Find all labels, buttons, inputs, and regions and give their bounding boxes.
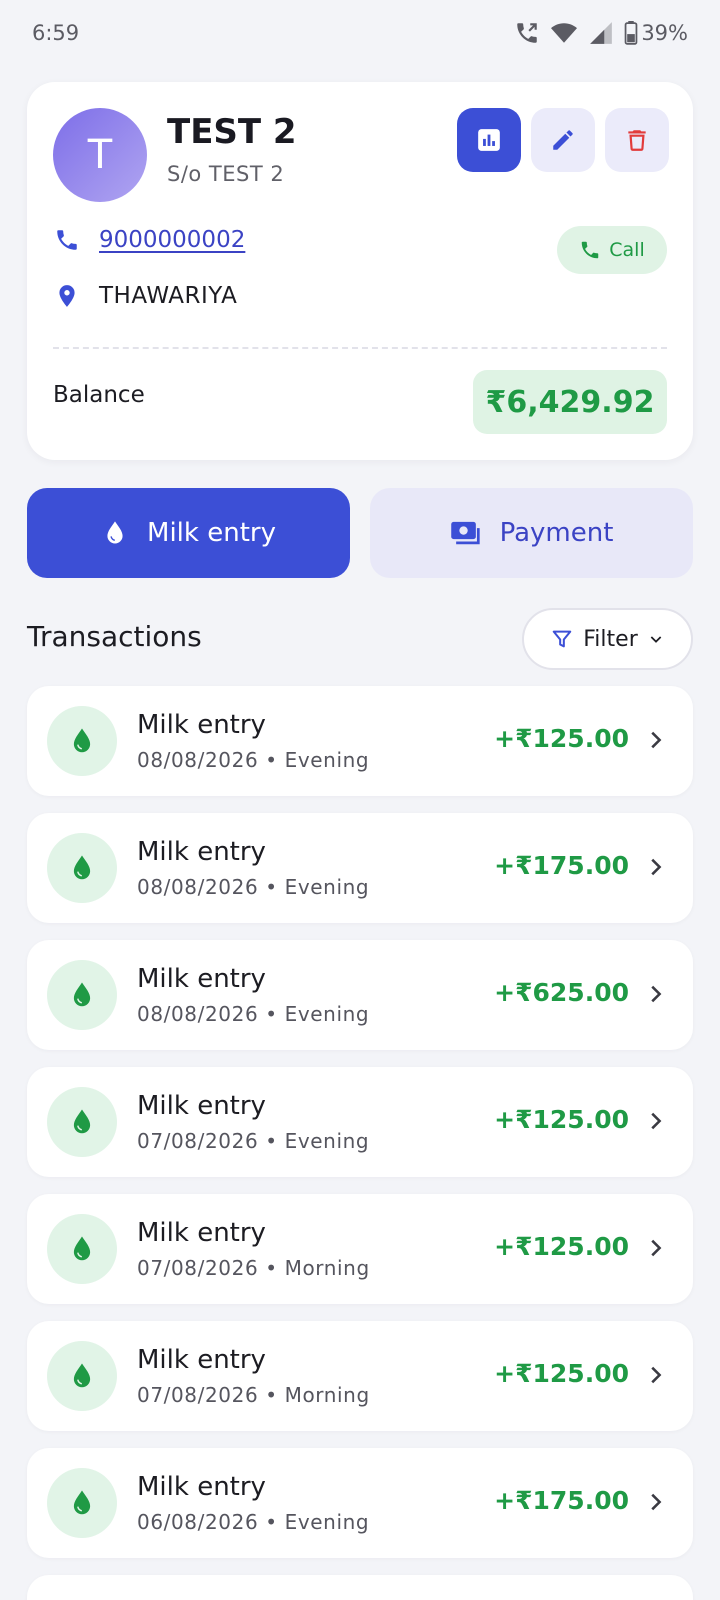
transaction-title: Milk entry — [137, 837, 266, 867]
customer-name: TEST 2 — [167, 112, 297, 152]
chevron-right-icon — [643, 728, 667, 752]
transaction-meta: 07/08/2026 • Morning — [137, 1383, 370, 1407]
transaction-row[interactable]: Milk entry 07/08/2026 • Morning +₹125.00 — [27, 1321, 693, 1431]
chevron-right-icon — [643, 1363, 667, 1387]
transaction-amount: +₹175.00 — [494, 851, 629, 880]
droplet-icon — [47, 1341, 117, 1411]
transaction-amount: +₹175.00 — [494, 1486, 629, 1515]
transactions-title: Transactions — [27, 620, 202, 653]
transaction-title: Milk entry — [137, 1218, 266, 1248]
bar-chart-icon — [478, 129, 500, 151]
call-button-label: Call — [609, 239, 645, 261]
status-icons: 39% — [514, 20, 688, 46]
cash-icon — [450, 521, 480, 545]
call-button[interactable]: Call — [557, 226, 667, 274]
transaction-row[interactable]: Milk entry 06/08/2026 • Evening +₹175.00 — [27, 1448, 693, 1558]
milk-entry-button[interactable]: Milk entry — [27, 488, 350, 578]
phone-row: 9000000002 — [53, 226, 245, 254]
call-icon — [517, 23, 538, 43]
transaction-meta: 07/08/2026 • Evening — [137, 1129, 370, 1153]
transaction-title: Milk entry — [137, 1345, 266, 1375]
transaction-row[interactable]: Milk entry 08/08/2026 • Evening +₹175.00 — [27, 813, 693, 923]
chevron-right-icon — [643, 1109, 667, 1133]
transaction-meta: 07/08/2026 • Morning — [137, 1256, 370, 1280]
status-time: 6:59 — [32, 21, 80, 45]
transaction-meta: 08/08/2026 • Evening — [137, 1002, 370, 1026]
droplet-icon — [47, 833, 117, 903]
transaction-title: Milk entry — [137, 710, 266, 740]
transaction-row[interactable]: Milk entry 07/08/2026 • Evening +₹125.00 — [27, 1067, 693, 1177]
transaction-amount: +₹125.00 — [494, 1232, 629, 1261]
transaction-meta: 08/08/2026 • Evening — [137, 875, 370, 899]
address-text: THAWARIYA — [99, 283, 238, 309]
chevron-right-icon — [643, 982, 667, 1006]
transaction-row[interactable]: Milk entry 08/08/2026 • Evening +₹625.00 — [27, 940, 693, 1050]
chevron-down-icon — [650, 636, 662, 643]
transaction-row[interactable]: Milk entry 07/08/2026 • Morning +₹125.00 — [27, 1194, 693, 1304]
location-pin-icon — [53, 282, 81, 310]
transaction-title: Milk entry — [137, 1091, 266, 1121]
chevron-right-icon — [643, 1490, 667, 1514]
card-divider — [53, 347, 667, 349]
status-bar: 6:59 39% — [0, 0, 720, 66]
phone-icon — [53, 226, 81, 254]
transaction-meta: 08/08/2026 • Evening — [137, 748, 370, 772]
transaction-title: Milk entry — [137, 964, 266, 994]
battery-icon — [624, 21, 638, 45]
phone-number-link[interactable]: 9000000002 — [99, 227, 245, 253]
transaction-amount: +₹125.00 — [494, 1105, 629, 1134]
milk-entry-label: Milk entry — [147, 518, 276, 548]
report-button[interactable] — [457, 108, 521, 172]
signal-icon — [590, 22, 613, 44]
droplet-icon — [47, 706, 117, 776]
phone-icon — [582, 241, 599, 259]
transactions-list: Milk entry 08/08/2026 • Evening +₹125.00… — [27, 686, 693, 1600]
droplet-icon — [47, 960, 117, 1030]
battery-percent: 39% — [641, 21, 688, 45]
droplet-icon — [47, 1468, 117, 1538]
customer-relation: S/o TEST 2 — [167, 162, 285, 186]
transaction-meta: 06/08/2026 • Evening — [137, 1510, 370, 1534]
edit-button[interactable] — [531, 108, 595, 172]
filter-button[interactable]: Filter — [522, 608, 693, 670]
transaction-amount: +₹125.00 — [494, 1359, 629, 1388]
transaction-row-partial[interactable] — [27, 1575, 693, 1600]
chevron-right-icon — [643, 1236, 667, 1260]
chevron-right-icon — [643, 855, 667, 879]
trash-icon — [628, 130, 646, 151]
payment-button[interactable]: Payment — [370, 488, 693, 578]
balance-value: ₹6,429.92 — [473, 370, 667, 434]
delete-button[interactable] — [605, 108, 669, 172]
filter-label: Filter — [583, 626, 638, 652]
address-row: THAWARIYA — [53, 282, 237, 310]
pencil-icon — [553, 130, 573, 150]
funnel-icon — [552, 630, 572, 648]
transaction-row[interactable]: Milk entry 08/08/2026 • Evening +₹125.00 — [27, 686, 693, 796]
transaction-title: Milk entry — [137, 1472, 266, 1502]
avatar: T — [53, 108, 147, 202]
droplet-icon — [107, 521, 123, 544]
payment-label: Payment — [499, 518, 614, 548]
transaction-amount: +₹625.00 — [494, 978, 629, 1007]
transaction-amount: +₹125.00 — [494, 724, 629, 753]
droplet-icon — [47, 1087, 117, 1157]
customer-profile-card: T TEST 2 S/o TEST 2 9000000002 Call THAW… — [27, 82, 693, 460]
wifi-icon — [551, 23, 578, 43]
droplet-icon — [47, 1214, 117, 1284]
balance-label: Balance — [53, 382, 145, 408]
